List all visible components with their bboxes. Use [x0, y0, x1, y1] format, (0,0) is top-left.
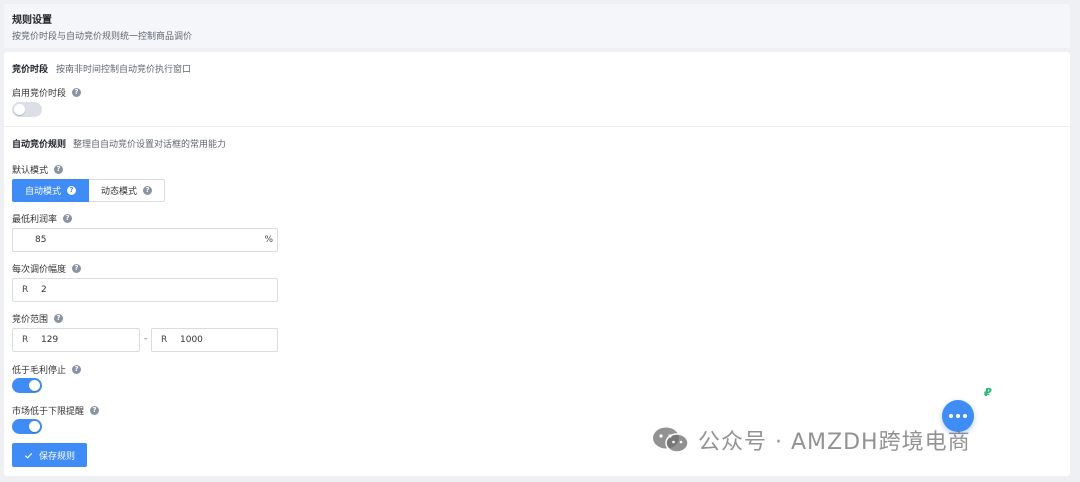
mode-option-auto-label: 自动模式: [25, 187, 62, 197]
bidding-period-desc: 按南非时间控制自动竞价执行窗口: [56, 65, 192, 75]
check-icon: [24, 452, 33, 459]
save-rules-button[interactable]: 保存规则: [12, 443, 87, 467]
min-margin-input[interactable]: 85 %: [12, 228, 278, 252]
mode-selector: 自动模式 ? 动态模式 ?: [12, 179, 166, 202]
help-icon[interactable]: ?: [143, 186, 153, 195]
auto-rules-title: 自动竞价规则: [12, 140, 67, 150]
range-label-text: 竞价范围: [12, 315, 49, 325]
help-icon[interactable]: ?: [72, 88, 82, 97]
min-margin-label: 最低利润率 ?: [12, 212, 73, 225]
help-icon[interactable]: ?: [90, 406, 100, 415]
step-label-text: 每次调价幅度: [12, 265, 67, 275]
brand-mark-icon: ₽: [984, 386, 992, 399]
help-icon[interactable]: ?: [72, 365, 82, 374]
market-low-alert-label: 市场低于下限提醒 ?: [12, 404, 100, 417]
header-card: 规则设置 按竞价时段与自动竞价规则统一控制商品调价: [4, 4, 1070, 48]
range-max-input[interactable]: R 1000: [151, 328, 278, 352]
section-divider: [4, 126, 1070, 127]
help-icon[interactable]: ?: [54, 314, 64, 323]
currency-prefix: R: [161, 335, 168, 345]
enable-period-toggle[interactable]: [12, 102, 42, 117]
step-label: 每次调价幅度 ?: [12, 262, 82, 275]
range-label: 竞价范围 ?: [12, 312, 64, 325]
wechat-icon: [653, 427, 689, 453]
stop-below-margin-label-text: 低于毛利停止: [12, 366, 67, 376]
range-max-value: 1000: [180, 335, 203, 345]
dot: [963, 414, 967, 418]
page-subtitle: 按竞价时段与自动竞价规则统一控制商品调价: [12, 32, 193, 42]
toggle-knob: [29, 380, 40, 391]
dot: [949, 414, 953, 418]
help-icon[interactable]: ?: [72, 264, 82, 273]
page-title: 规则设置: [12, 15, 52, 26]
mode-option-auto[interactable]: 自动模式 ?: [12, 179, 90, 202]
watermark-text: 公众号 · AMZDH跨境电商: [698, 430, 971, 455]
save-rules-label: 保存规则: [38, 451, 75, 462]
auto-rules-desc: 整理自自动竞价设置对话框的常用能力: [73, 140, 227, 150]
step-value: 2: [41, 285, 47, 295]
stop-below-margin-toggle[interactable]: [12, 378, 42, 393]
enable-period-label-text: 启用竞价时段: [12, 89, 67, 99]
help-icon[interactable]: ?: [63, 214, 73, 223]
toggle-knob: [14, 104, 25, 115]
mode-option-dynamic[interactable]: 动态模式 ?: [89, 179, 166, 202]
step-input[interactable]: R 2: [12, 278, 278, 302]
default-mode-label-text: 默认模式: [12, 166, 49, 176]
currency-prefix: R: [22, 285, 29, 295]
percent-suffix: %: [264, 235, 273, 245]
rules-form: 竞价时段 按南非时间控制自动竞价执行窗口 启用竞价时段 ? 自动竞价规则 整理自…: [4, 52, 1070, 476]
help-icon[interactable]: ?: [54, 165, 64, 174]
mode-option-dynamic-label: 动态模式: [101, 187, 138, 197]
watermark: 公众号 · AMZDH跨境电商: [652, 424, 971, 456]
range-separator: -: [144, 334, 148, 344]
dot: [956, 414, 960, 418]
market-low-alert-label-text: 市场低于下限提醒: [12, 407, 85, 417]
stop-below-margin-label: 低于毛利停止 ?: [12, 363, 82, 376]
market-low-alert-toggle[interactable]: [12, 419, 42, 434]
currency-prefix: R: [22, 335, 29, 345]
default-mode-label: 默认模式 ?: [12, 163, 64, 176]
toggle-knob: [29, 421, 40, 432]
min-margin-label-text: 最低利润率: [12, 215, 58, 225]
bidding-period-title: 竞价时段: [12, 65, 49, 75]
help-icon[interactable]: ?: [67, 186, 77, 195]
range-min-value: 129: [41, 335, 59, 345]
range-min-input[interactable]: R 129: [12, 328, 140, 352]
enable-period-label: 启用竞价时段 ?: [12, 86, 82, 99]
min-margin-value: 85: [35, 235, 47, 245]
